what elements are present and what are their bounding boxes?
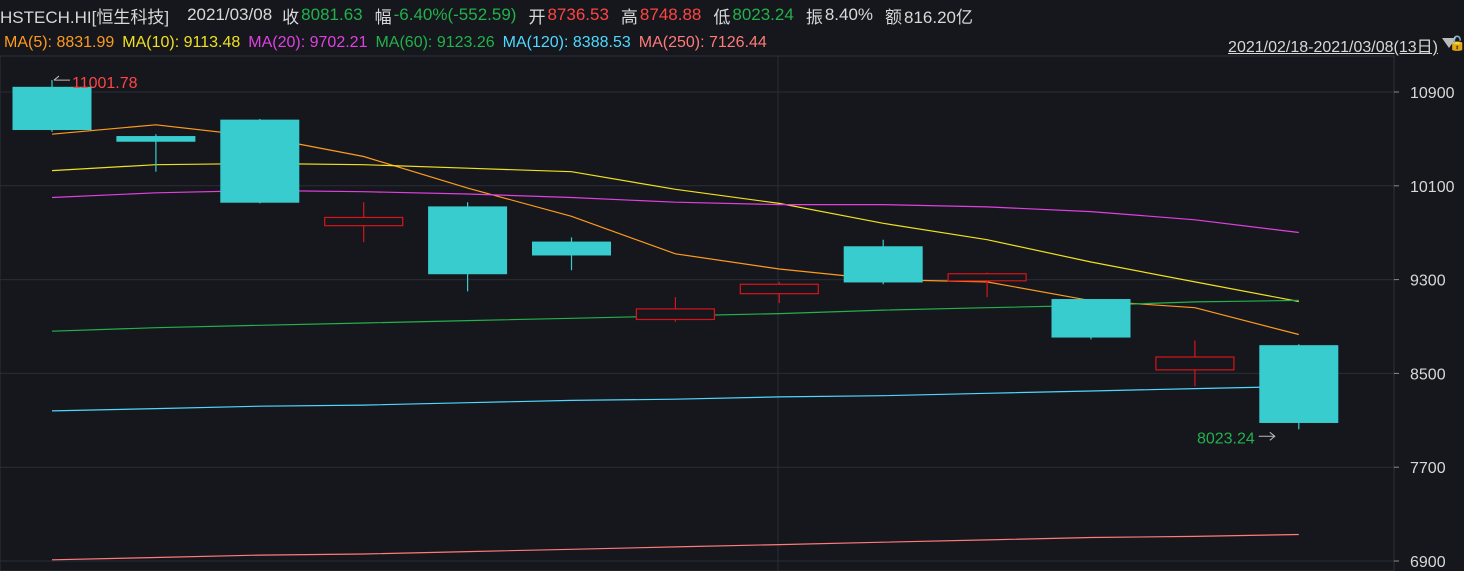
candle-body <box>428 206 508 275</box>
low-marker-arrow <box>1258 431 1276 441</box>
candle-body <box>947 273 1027 282</box>
candle-body <box>635 308 716 321</box>
y-tick-label: 9300 <box>1410 273 1446 290</box>
high-marker-arrow <box>53 75 70 81</box>
candle-body <box>1259 345 1339 423</box>
ma-line <box>51 385 1299 412</box>
y-tick-label: 10900 <box>1410 85 1455 102</box>
high-marker-label: 11001.78 <box>72 75 138 92</box>
candle-body <box>220 119 300 203</box>
y-tick-label: 6900 <box>1410 554 1446 571</box>
candle-body <box>843 246 923 283</box>
candlestick-chart[interactable]: 10900 10100 9300 8500 7700 6900 11001.78 8023.2… <box>0 0 1464 571</box>
ma-line <box>51 533 1299 561</box>
candle-body <box>12 86 92 131</box>
y-tick-label: 7700 <box>1410 460 1446 477</box>
candle-body <box>116 136 196 142</box>
candle-body <box>739 283 819 295</box>
candle-body <box>324 216 404 227</box>
y-tick-label: 10100 <box>1410 179 1455 196</box>
candle-body <box>1051 299 1131 338</box>
candle-body <box>1155 356 1235 371</box>
y-tick-label: 8500 <box>1410 366 1446 383</box>
candle-body <box>532 241 611 256</box>
low-marker-label: 8023.24 <box>1197 430 1255 447</box>
